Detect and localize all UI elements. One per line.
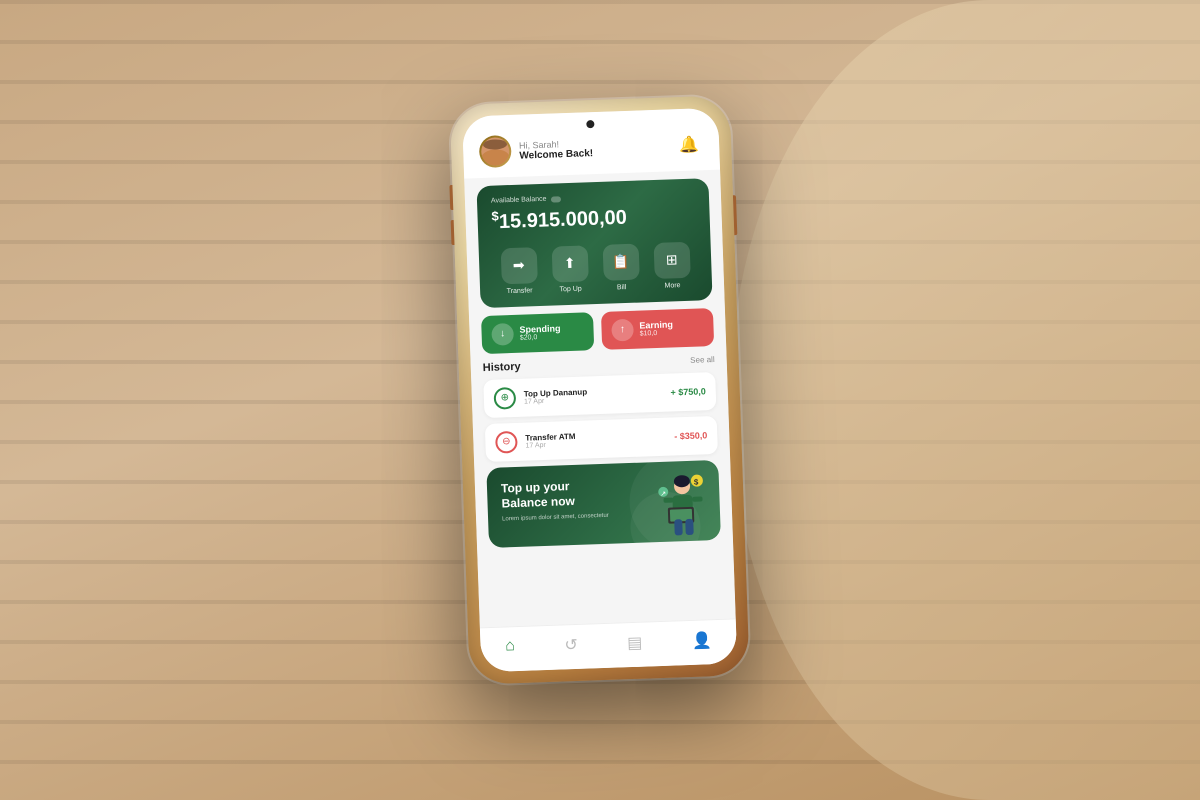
topup-history-icon: ⊕ [493, 387, 516, 410]
svg-text:↗: ↗ [660, 490, 666, 497]
history-item-transfer[interactable]: ⊖ Transfer ATM 17 Apr - $350,0 [485, 416, 718, 462]
balance-indicator [550, 196, 560, 202]
promo-banner[interactable]: Top up yourBalance now Lorem ipsum dolor… [486, 460, 721, 548]
spending-card[interactable]: ↓ Spending $20,0 [481, 312, 594, 354]
history-item-left: ⊕ Top Up Dananup 17 Apr [493, 384, 587, 409]
bottom-nav: ⌂ ↺ ▤ 👤 [480, 618, 737, 672]
nav-home[interactable]: ⌂ [505, 637, 515, 657]
phone-screen: Hi, Sarah! Welcome Back! 🔔 Available Bal… [462, 108, 737, 673]
promo-figure: $ ↗ [655, 470, 707, 542]
nav-profile[interactable]: 👤 [691, 630, 712, 651]
app-content: Hi, Sarah! Welcome Back! 🔔 Available Bal… [462, 108, 737, 673]
avatar [479, 135, 512, 168]
balance-amount: $15.915.000,00 [491, 202, 696, 235]
spending-icon: ↓ [491, 323, 514, 346]
nav-cards[interactable]: ▤ [627, 633, 643, 654]
spending-amount: $20,0 [520, 333, 561, 341]
header-left: Hi, Sarah! Welcome Back! [479, 132, 594, 168]
history-title: History [483, 360, 521, 373]
action-buttons: ➡ Transfer ⬆ Top Up 📋 Bill ⊞ More [493, 241, 699, 295]
topup-icon: ⬆ [551, 245, 588, 282]
earning-card[interactable]: ↑ Earning $10,0 [601, 308, 714, 350]
volume-down-button [451, 220, 455, 245]
see-all-link[interactable]: See all [690, 355, 715, 365]
history-item-details: Top Up Dananup 17 Apr [524, 387, 588, 405]
history-item-date-2: 17 Apr [525, 441, 575, 450]
nav-history[interactable]: ↺ [564, 635, 578, 655]
spending-info: Spending $20,0 [519, 323, 561, 341]
earning-info: Earning $10,0 [639, 320, 673, 338]
more-icon: ⊞ [653, 241, 690, 278]
app-header: Hi, Sarah! Welcome Back! 🔔 [462, 108, 720, 179]
avatar-face [481, 137, 510, 166]
history-amount-positive: + $750,0 [670, 386, 706, 397]
history-header: History See all [483, 354, 715, 374]
welcome-text: Welcome Back! [519, 148, 593, 162]
history-section: History See all ⊕ Top Up Dananup 17 Apr … [483, 354, 718, 462]
svg-text:$: $ [694, 477, 699, 486]
history-item-left-2: ⊖ Transfer ATM 17 Apr [495, 429, 576, 454]
earning-icon: ↑ [611, 318, 634, 341]
topup-button[interactable]: ⬆ Top Up [551, 245, 589, 293]
more-label: More [664, 282, 680, 290]
transfer-icon: ➡ [500, 247, 537, 284]
bill-icon: 📋 [602, 243, 639, 280]
header-text: Hi, Sarah! Welcome Back! [519, 138, 593, 162]
topup-label: Top Up [559, 285, 581, 293]
history-item-date: 17 Apr [524, 396, 588, 405]
balance-card: Available Balance $15.915.000,00 ➡ Trans… [476, 178, 712, 308]
earning-amount: $10,0 [640, 330, 674, 338]
transfer-label: Transfer [507, 287, 533, 295]
stats-row: ↓ Spending $20,0 ↑ Earning $10,0 [481, 308, 714, 354]
transfer-button[interactable]: ➡ Transfer [500, 247, 538, 295]
bill-button[interactable]: 📋 Bill [602, 243, 640, 291]
volume-up-button [449, 185, 453, 210]
more-button[interactable]: ⊞ More [653, 241, 691, 289]
history-item-topup[interactable]: ⊕ Top Up Dananup 17 Apr + $750,0 [483, 372, 716, 418]
history-amount-negative: - $350,0 [674, 430, 707, 441]
phone: Hi, Sarah! Welcome Back! 🔔 Available Bal… [450, 95, 750, 684]
spending-title: Spending [519, 323, 560, 334]
transfer-history-icon: ⊖ [495, 431, 518, 454]
background-person [720, 0, 1200, 800]
history-item-details-2: Transfer ATM 17 Apr [525, 432, 576, 450]
promo-illustration: $ ↗ [655, 470, 713, 547]
history-item-name-2: Transfer ATM [525, 432, 576, 443]
bill-label: Bill [617, 284, 627, 291]
earning-title: Earning [639, 320, 673, 331]
notification-bell[interactable]: 🔔 [675, 130, 704, 159]
